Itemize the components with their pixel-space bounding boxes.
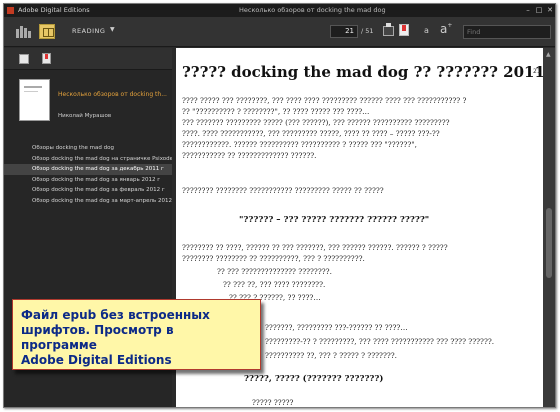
reading-mode-label[interactable]: READING [72,27,105,35]
scroll-thumb[interactable] [546,208,552,278]
quote-heading: "?????? – ??? ????? ??????? ?????? ?????… [239,215,430,225]
text-line: ????. ???? ???????????, ??? ????????? ??… [182,129,440,138]
page-total: / 51 [361,27,374,35]
toc-item[interactable]: Обзор docking the mad dog за март-апрель… [4,196,172,207]
text-line: ???? ????? ??? ????????, ??? ???? ???? ?… [182,96,467,105]
decrease-font-button[interactable]: a [424,26,429,35]
document-title: Несколько обзоров от docking the mad dog [239,6,386,14]
text-line: ?? ??? ??, ??? ???? ????????. [223,280,326,289]
book-cover-thumbnail[interactable] [19,79,50,121]
book-title[interactable]: Несколько обзоров от docking th... [58,91,168,98]
chapter-heading: ????? docking the mad dog ?? ??????? 201… [182,63,543,81]
page-number-input[interactable]: 21 [330,25,358,38]
close-button[interactable]: ✕ [546,6,554,14]
text-line: ???????? ?? ????, ?????? ?? ??? ???????,… [182,243,448,252]
callout-line: шрифтов. Просмотр в программе [21,323,174,352]
app-name: Adobe Digital Editions [18,6,90,14]
library-view-icon[interactable] [16,26,31,38]
app-logo-icon [7,7,14,14]
text-line: ????????????. ?????? ?????????? ????????… [182,140,417,149]
text-line: ????? ????? [252,398,294,407]
text-line: ?????????-?? ? ?????????, ??? ???? ?????… [265,337,495,346]
text-line: ?? ??? ?????????????? ????????. [217,267,332,276]
print-icon[interactable] [383,23,394,36]
reading-view-icon[interactable] [39,24,55,39]
text-line: ???????, ????????? ???-?????? ?? ????… [265,323,408,332]
annotation-callout: Файл epub без встроенных шрифтов. Просмо… [12,299,261,370]
page-number: 21 [533,68,541,75]
title-bar: Adobe Digital Editions Несколько обзоров… [4,4,555,17]
vertical-scrollbar[interactable]: ▲ [543,48,555,407]
toc-item[interactable]: Обзор docking the mad dog на страничке P… [4,154,172,165]
maximize-button[interactable]: □ [535,6,543,14]
increase-font-button[interactable]: a+ [440,22,452,36]
scroll-up-arrow-icon[interactable]: ▲ [546,51,551,58]
minimize-button[interactable]: – [524,6,532,14]
toc-item[interactable]: Обзор docking the mad dog за февраль 201… [4,185,172,196]
text-line: ?????????? ??, ??? ? ????? ? ???????. [265,351,398,360]
toolbar: READING ▼ 21 / 51 a a+ [4,17,555,47]
toc-item[interactable]: Обзор docking the mad dog за январь 2012… [4,175,172,186]
bookmark-icon[interactable] [399,24,409,36]
callout-line: Adobe Digital Editions [21,353,172,367]
text-line: ??????????? ?? ????????????? ??????. [182,151,317,160]
text-line: ???????? ???????? ?? ??????????, ??? ? ?… [182,254,365,263]
toc-item-active[interactable]: Обзор docking the mad dog за декабрь 201… [4,164,172,175]
text-line: ?? "?????????? ? ????????", ?? ???? ????… [182,107,370,116]
book-author: Николай Мурашов [58,113,112,119]
subheading: ?????, ????? (??????? ???????) [244,374,384,384]
sidebar-tabs [4,48,172,70]
bookmarks-tab-icon[interactable] [42,53,51,64]
find-input[interactable] [463,25,551,39]
callout-line: Файл epub без встроенных [21,308,210,322]
toc-tab-icon[interactable] [19,54,29,64]
table-of-contents: Обзоры docking the mad dog Обзор docking… [4,143,172,206]
text-line: ??? ??????? ????????? ????? (??? ??????)… [182,118,450,127]
toc-item[interactable]: Обзоры docking the mad dog [4,143,172,154]
text-line: ???????? ???????? ??????????? ????????? … [182,186,384,195]
chevron-down-icon[interactable]: ▼ [110,26,115,33]
